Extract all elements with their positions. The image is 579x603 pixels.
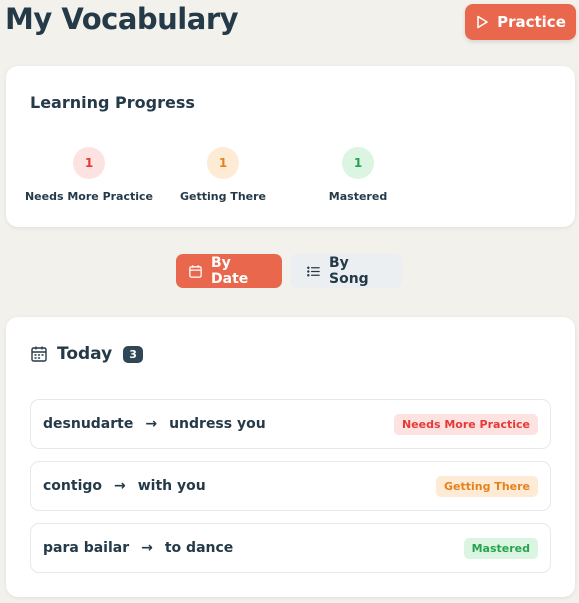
vocab-row[interactable]: para bailar → to dance Mastered (30, 523, 551, 573)
by-song-label: By Song (329, 255, 369, 287)
status-badge: Needs More Practice (393, 413, 538, 435)
list-icon (306, 264, 321, 279)
vocab-pair: contigo → with you (43, 478, 206, 494)
english-word: undress you (169, 416, 266, 432)
page-title: My Vocabulary (5, 2, 239, 36)
status-badge: Mastered (463, 537, 538, 559)
spanish-word: desnudarte (43, 416, 134, 432)
arrow-icon: → (145, 416, 158, 432)
vocab-row[interactable]: desnudarte → undress you Needs More Prac… (30, 399, 551, 449)
english-word: to dance (164, 540, 234, 556)
calendar-icon (188, 264, 203, 279)
by-date-label: By Date (211, 255, 249, 287)
vocab-pair: desnudarte → undress you (43, 416, 266, 432)
spanish-word: contigo (43, 478, 103, 494)
by-date-button[interactable]: By Date (176, 254, 282, 288)
stat-count: 1 (73, 147, 105, 179)
learning-progress-card: Learning Progress 1 Needs More Practice … (6, 66, 575, 227)
stat-label: Mastered (328, 190, 388, 203)
today-header: Today 3 (30, 344, 143, 364)
arrow-icon: → (141, 540, 153, 556)
stat-count: 1 (207, 147, 239, 179)
calendar-icon (30, 345, 48, 363)
today-card: Today 3 desnudarte → undress you Needs M… (6, 317, 575, 597)
today-title: Today (57, 344, 113, 364)
vocab-row[interactable]: contigo → with you Getting There (30, 461, 551, 511)
vocab-pair: para bailar → to dance (43, 540, 233, 556)
practice-button-label: Practice (497, 13, 566, 31)
arrow-icon: → (114, 478, 126, 494)
by-song-button[interactable]: By Song (290, 254, 402, 288)
learning-progress-title: Learning Progress (30, 93, 195, 112)
view-toggle: By Date By Song (176, 254, 402, 289)
spanish-word: para bailar (43, 540, 130, 556)
english-word: with you (137, 478, 206, 494)
today-count-badge: 3 (123, 345, 143, 363)
status-badge: Getting There (436, 475, 538, 497)
play-icon (475, 15, 489, 29)
practice-button[interactable]: Practice (465, 4, 576, 40)
stat-mastered: 1 Mastered (278, 147, 438, 203)
stat-count: 1 (342, 147, 374, 179)
